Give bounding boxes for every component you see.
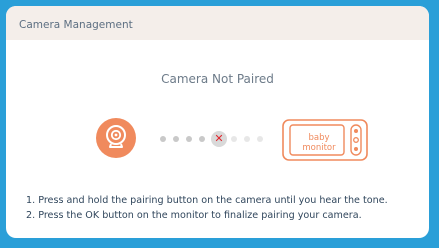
instruction-step-1: 1. Press and hold the pairing button on …	[26, 195, 388, 206]
pairing-instructions: 1. Press and hold the pairing button on …	[26, 193, 426, 223]
panel-header: Camera Management	[6, 6, 429, 40]
instruction-step-2: 2. Press the OK button on the monitor to…	[26, 210, 362, 221]
camera-icon	[96, 118, 136, 158]
connection-dot	[186, 136, 192, 142]
connection-dot	[231, 136, 237, 142]
camera-management-panel: Camera Management Camera Not Paired ✕ ba…	[6, 6, 429, 238]
x-mark-icon: ✕	[211, 131, 227, 147]
connection-dot	[257, 136, 263, 142]
pairing-status-title: Camera Not Paired	[161, 72, 274, 86]
connection-dot	[160, 136, 166, 142]
connection-dot	[199, 136, 205, 142]
connection-dot	[244, 136, 250, 142]
connection-dot	[173, 136, 179, 142]
panel-title: Camera Management	[19, 19, 133, 31]
monitor-label: baby monitor	[302, 133, 336, 153]
